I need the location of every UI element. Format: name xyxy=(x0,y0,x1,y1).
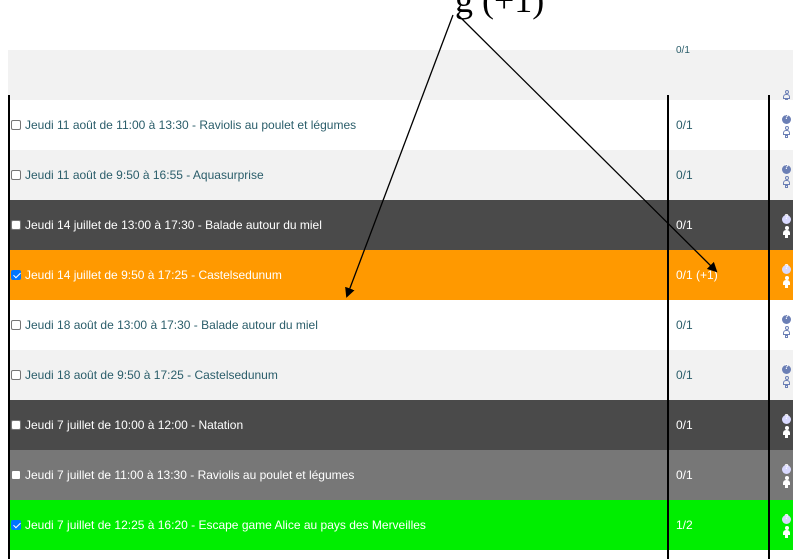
activity-label: Jeudi 14 juillet de 13:00 à 17:30 - Bala… xyxy=(25,218,322,232)
person-icon[interactable] xyxy=(782,226,791,238)
table-row[interactable]: Jeudi 18 août de 9:50 à 17:25 - Castelse… xyxy=(8,350,793,400)
person-icon[interactable] xyxy=(782,526,791,538)
places-count: 0/1 xyxy=(676,218,693,232)
places-count: 0/1 (+1) xyxy=(676,268,718,282)
activity-label-cell: Jeudi 7 juillet de 11:00 à 13:30 - Ravio… xyxy=(8,450,670,500)
row-icons xyxy=(770,400,793,450)
activity-label: Jeudi 18 août de 9:50 à 17:25 - Castelse… xyxy=(25,368,278,382)
row-icons xyxy=(770,250,793,300)
table-row[interactable]: Jeudi 11 août de 11:00 à 13:30 - Ravioli… xyxy=(8,100,793,150)
person-icon[interactable] xyxy=(782,326,791,338)
row-icons xyxy=(770,500,793,550)
table-left-border xyxy=(8,95,10,559)
activity-label-cell: Jeudi 7 juillet de 12:25 à 16:20 - Escap… xyxy=(8,500,670,550)
activity-checkbox[interactable] xyxy=(11,420,21,430)
row-icons xyxy=(770,200,793,250)
row-icons xyxy=(770,150,793,200)
activity-checkbox[interactable] xyxy=(11,270,21,280)
person-icon[interactable] xyxy=(782,126,791,138)
row-icons xyxy=(770,50,793,102)
activity-label: Jeudi 7 juillet de 12:25 à 16:20 - Escap… xyxy=(25,518,426,532)
places-count: 0/1 xyxy=(676,45,690,56)
column-divider xyxy=(667,95,669,559)
activity-checkbox[interactable] xyxy=(11,470,21,480)
person-icon[interactable] xyxy=(782,476,791,488)
info-icon[interactable] xyxy=(782,414,791,424)
activity-label: Jeudi 11 août de 11:00 à 13:30 - Ravioli… xyxy=(25,118,357,132)
info-icon[interactable] xyxy=(782,214,791,224)
activity-label-cell: Jeudi 7 juillet de 10:00 à 12:00 - Natat… xyxy=(8,400,670,450)
info-icon[interactable] xyxy=(782,514,791,524)
activity-label: Jeudi 11 août de 9:50 à 16:55 - Aquasurp… xyxy=(25,168,264,182)
column-divider-right xyxy=(768,95,770,559)
table-row[interactable]: Jeudi 7 juillet de 10:00 à 12:00 - Natat… xyxy=(8,400,793,450)
places-count: 0/1 xyxy=(676,468,693,482)
person-icon[interactable] xyxy=(782,376,791,388)
info-icon[interactable] xyxy=(782,164,791,174)
annotation-caption: g (+1) xyxy=(455,0,545,20)
table-row[interactable]: Jeudi 11 août de 9:50 à 16:55 - Aquasurp… xyxy=(8,150,793,200)
activity-label: Jeudi 7 juillet de 11:00 à 13:30 - Ravio… xyxy=(25,468,355,482)
activity-checkbox[interactable] xyxy=(11,370,21,380)
places-count: 0/1 xyxy=(676,168,693,182)
activity-checkbox[interactable] xyxy=(11,170,21,180)
row-icons xyxy=(770,350,793,400)
activity-label-cell: Jeudi 14 juillet de 13:00 à 17:30 - Bala… xyxy=(8,200,670,250)
person-icon[interactable] xyxy=(782,276,791,288)
activity-checkbox[interactable] xyxy=(11,220,21,230)
info-icon[interactable] xyxy=(782,264,791,274)
table-row[interactable]: Jeudi 18 août de 13:00 à 17:30 - Balade … xyxy=(8,300,793,350)
activity-checkbox[interactable] xyxy=(11,320,21,330)
person-icon[interactable] xyxy=(782,176,791,188)
places-count: 1/2 xyxy=(676,518,693,532)
places-count: 0/1 xyxy=(676,418,693,432)
row-icons xyxy=(770,100,793,150)
row-icons xyxy=(770,300,793,350)
activity-label: Jeudi 18 août de 13:00 à 17:30 - Balade … xyxy=(25,318,318,332)
row-icons xyxy=(770,450,793,500)
activity-checkbox[interactable] xyxy=(11,120,21,130)
table-row[interactable]: Jeudi 7 juillet de 11:00 à 13:30 - Ravio… xyxy=(8,450,793,500)
activity-label-cell: Jeudi 11 août de 9:50 à 16:55 - Aquasurp… xyxy=(8,150,670,200)
activity-label-cell: Jeudi 14 juillet de 9:50 à 17:25 - Caste… xyxy=(8,250,670,300)
table-row[interactable]: Jeudi 7 juillet de 12:25 à 16:20 - Escap… xyxy=(8,500,793,550)
activity-label: Jeudi 14 juillet de 9:50 à 17:25 - Caste… xyxy=(25,268,282,282)
activity-label-cell: Jeudi 18 août de 13:00 à 17:30 - Balade … xyxy=(8,300,670,350)
table-row[interactable]: Jeudi 14 juillet de 13:00 à 17:30 - Bala… xyxy=(8,200,793,250)
activity-label-cell xyxy=(8,50,670,100)
activity-label: Jeudi 7 juillet de 10:00 à 12:00 - Natat… xyxy=(25,418,244,432)
activity-checkbox[interactable] xyxy=(11,520,21,530)
places-count: 0/1 xyxy=(676,118,693,132)
places-count: 0/1 xyxy=(676,368,693,382)
info-icon[interactable] xyxy=(782,114,791,124)
person-icon[interactable] xyxy=(782,426,791,438)
table-row[interactable]: Jeudi 14 juillet de 9:50 à 17:25 - Caste… xyxy=(8,250,793,300)
info-icon[interactable] xyxy=(782,314,791,324)
info-icon[interactable] xyxy=(782,364,791,374)
activity-label-cell: Jeudi 18 août de 9:50 à 17:25 - Castelse… xyxy=(8,350,670,400)
places-count: 0/1 xyxy=(676,318,693,332)
activity-label-cell: Jeudi 11 août de 11:00 à 13:30 - Ravioli… xyxy=(8,100,670,150)
info-icon[interactable] xyxy=(782,464,791,474)
table-row[interactable]: 0/1 xyxy=(8,45,793,102)
